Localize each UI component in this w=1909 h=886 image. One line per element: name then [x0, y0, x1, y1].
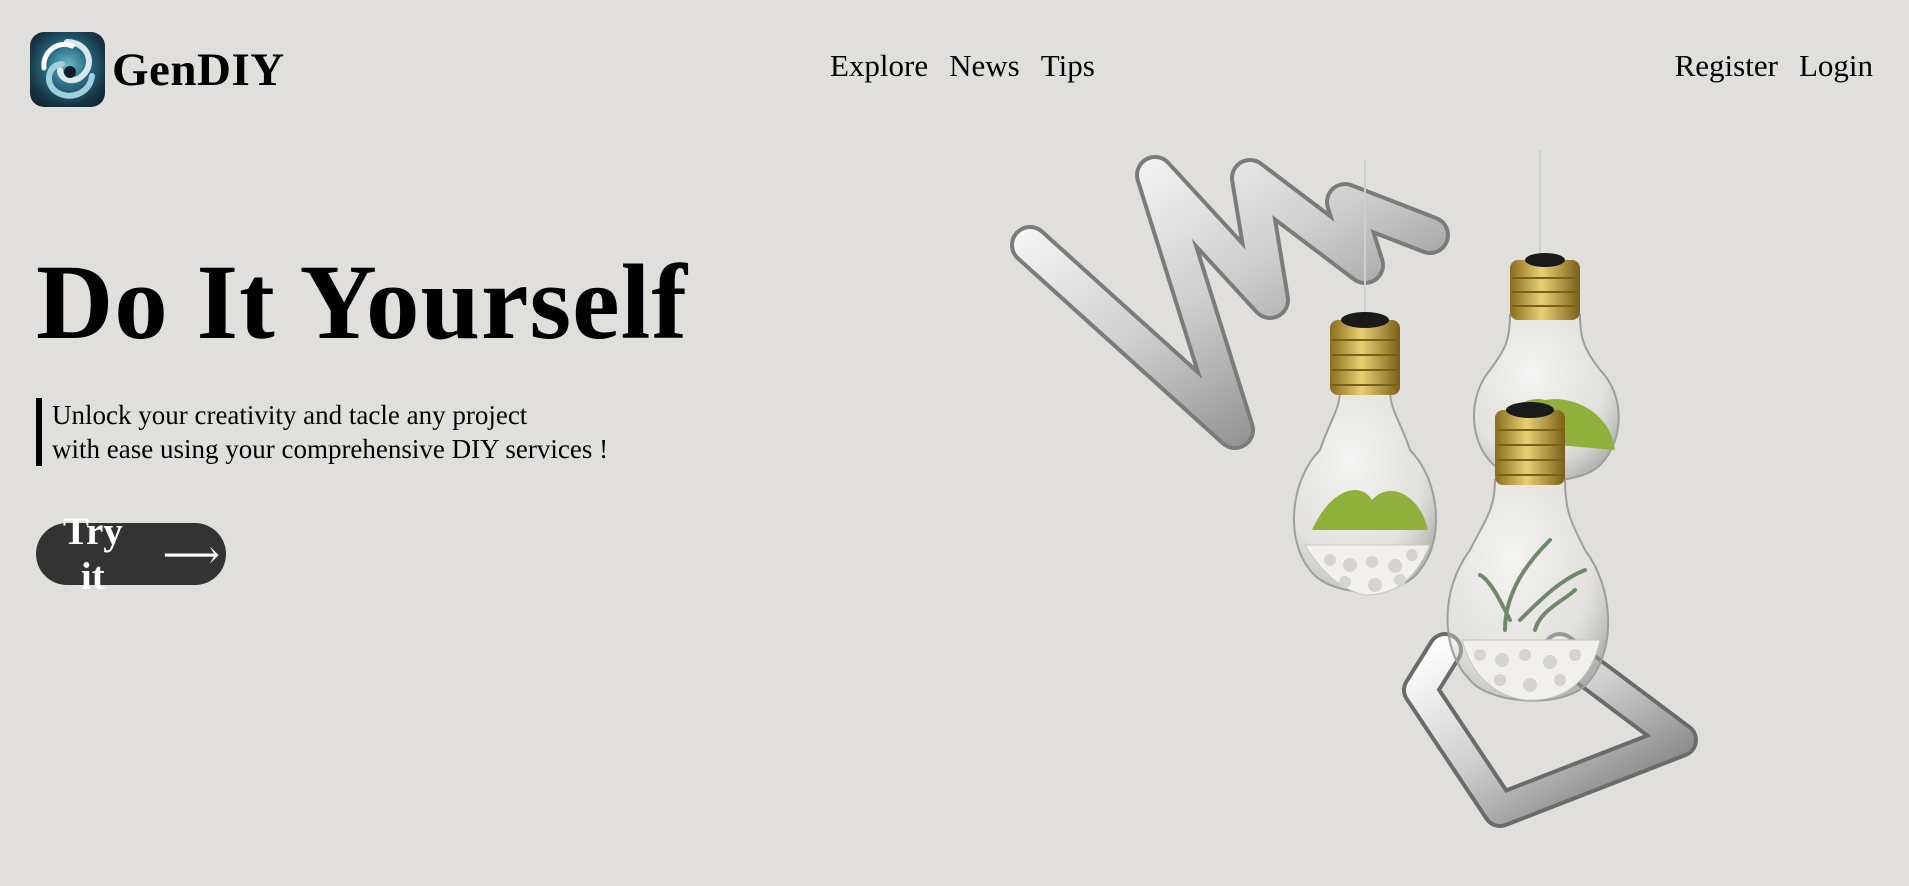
nav-link-tips[interactable]: Tips [1041, 48, 1095, 84]
nav-link-register[interactable]: Register [1675, 48, 1778, 84]
hero-subtitle-line-2: with ease using your comprehensive DIY s… [52, 434, 609, 464]
try-it-button[interactable]: Try it ⟶ [36, 510, 226, 598]
top-navigation-bar: GenDIY Explore News Tips Register Login [0, 0, 1909, 140]
hanging-lightbulb-terrariums-image [1000, 150, 1720, 830]
try-it-label: Try it [62, 510, 123, 598]
hero-subtitle: Unlock your creativity and tacle any pro… [36, 398, 608, 466]
brand-name: GenDIY [112, 43, 285, 96]
hero-title: Do It Yourself [36, 244, 688, 362]
main-nav: Explore News Tips [830, 48, 1095, 84]
right-arrow-icon: ⟶ [162, 531, 220, 577]
landing-page: GenDIY Explore News Tips Register Login … [0, 0, 1909, 886]
nav-link-news[interactable]: News [949, 48, 1020, 84]
account-nav: Register Login [1675, 48, 1873, 84]
brand-logo-link[interactable]: GenDIY [30, 32, 285, 107]
swirl-logo-icon [30, 32, 105, 107]
hero-subtitle-line-1: Unlock your creativity and tacle any pro… [52, 400, 528, 430]
nav-link-explore[interactable]: Explore [830, 48, 928, 84]
nav-link-login[interactable]: Login [1799, 48, 1873, 84]
